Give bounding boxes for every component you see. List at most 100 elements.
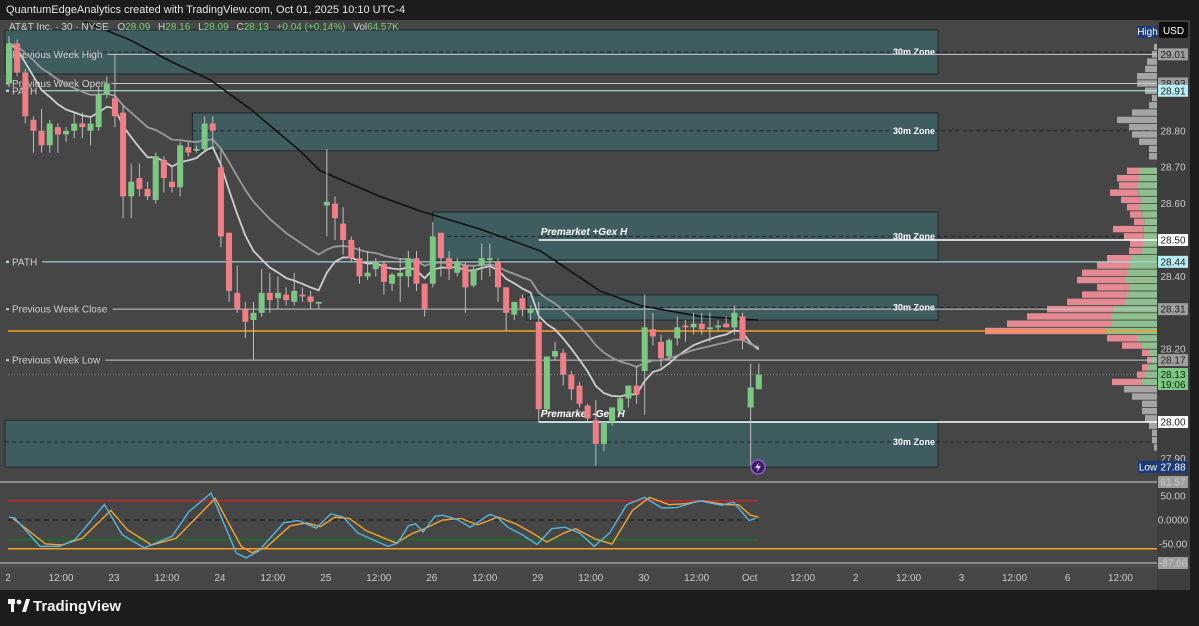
svg-text:AT&T Inc. · 30 · NYSE O2: AT&T Inc. · 30 · NYSE O28.09 H28.16 L28.… xyxy=(9,22,399,33)
time-tick: 12:00 xyxy=(260,573,285,584)
candle-body xyxy=(120,112,127,197)
time-tick: 23 xyxy=(108,573,120,584)
candle-body xyxy=(543,356,550,410)
time-tick: 12:00 xyxy=(896,573,921,584)
alert-icon[interactable] xyxy=(750,459,766,475)
price-axis-label: 28.31 xyxy=(1160,305,1185,316)
volume-profile-sell xyxy=(1127,167,1139,175)
candle-body xyxy=(152,156,159,200)
candle-body xyxy=(315,301,322,304)
candle-body xyxy=(446,258,453,270)
volume-profile-row xyxy=(1154,444,1157,451)
candle-body xyxy=(609,407,616,422)
symbol-name: AT&T Inc. · 30 · NYSE xyxy=(9,22,109,33)
time-tick: 12:00 xyxy=(48,573,73,584)
volume-profile-buy xyxy=(1127,291,1157,298)
candle-body xyxy=(437,232,444,259)
candle-body xyxy=(87,123,94,131)
zone-box xyxy=(4,419,939,468)
volume-profile-row xyxy=(1147,58,1157,65)
time-tick: 12:00 xyxy=(472,573,497,584)
volume-profile-buy xyxy=(1139,204,1157,211)
candle-body xyxy=(299,294,306,297)
volume-profile-row xyxy=(1142,400,1157,407)
volume-profile-buy xyxy=(1140,196,1157,204)
candle-body xyxy=(332,203,338,219)
osc-axis-label: 0.0000 xyxy=(1158,516,1189,527)
candle-body xyxy=(625,385,632,399)
candle-body xyxy=(519,298,526,310)
candle-body xyxy=(552,351,559,357)
candle-body xyxy=(372,261,379,270)
volume-profile-row xyxy=(1152,437,1157,444)
candle-body xyxy=(234,292,241,310)
candle-body xyxy=(63,130,70,135)
candle-body xyxy=(511,301,518,315)
volume-profile-sell xyxy=(1124,233,1144,240)
volume-profile-buy xyxy=(1144,218,1157,225)
candle-body xyxy=(739,316,746,341)
candle-body xyxy=(641,327,648,372)
price-tick: 28.60 xyxy=(1160,199,1185,210)
volume-profile-buy xyxy=(1125,298,1157,306)
candle-body xyxy=(380,263,387,282)
candle-body xyxy=(421,283,428,310)
candle-body xyxy=(731,312,738,328)
candle-body xyxy=(568,374,575,390)
osc-axis-label: 50.00 xyxy=(1160,492,1185,503)
osc-axis-label: -87.66 xyxy=(1159,559,1188,570)
currency-button[interactable]: USD xyxy=(1159,22,1188,38)
price-tick: 28.70 xyxy=(1160,163,1185,174)
zone-label: 30m Zone xyxy=(893,126,935,136)
close-label: C xyxy=(236,22,243,33)
snapshot-title: QuantumEdgeAnalytics created with Tradin… xyxy=(6,4,405,16)
price-axis-label: 28.91 xyxy=(1160,86,1185,97)
candle-body xyxy=(478,258,485,266)
time-tick: 12:00 xyxy=(154,573,179,584)
candle-body xyxy=(584,405,591,419)
level-label: Previous Week Close xyxy=(12,305,108,316)
volume-profile-row xyxy=(1139,138,1157,145)
level-tick xyxy=(6,260,9,263)
level-tick xyxy=(6,89,9,92)
candle-body xyxy=(177,145,184,188)
volume-profile-buy xyxy=(1141,342,1157,349)
volume-profile-sell xyxy=(1142,364,1148,371)
candle-body xyxy=(690,323,697,328)
candle-body xyxy=(103,83,110,95)
candle-body xyxy=(283,294,290,301)
volume-profile-sell xyxy=(1113,225,1144,233)
volume-profile-sell xyxy=(1119,182,1138,189)
volume-profile-sell xyxy=(1082,291,1127,298)
volume-profile-buy xyxy=(1132,255,1157,262)
candle-body xyxy=(706,327,713,330)
volume-profile-sell xyxy=(1097,262,1130,269)
volume-profile-buy xyxy=(1139,167,1157,175)
time-tick: 12:00 xyxy=(790,573,815,584)
candle-body xyxy=(723,323,730,328)
volume-profile-row xyxy=(1137,73,1157,80)
candle-body xyxy=(462,265,469,288)
candle-body xyxy=(389,274,396,284)
volume-label: Vol xyxy=(353,22,367,33)
level-label: PATH xyxy=(12,257,37,268)
low-marker: Low 27.88 xyxy=(1138,461,1188,474)
price-tick: 28.20 xyxy=(1160,345,1185,356)
time-tick: 25 xyxy=(320,573,332,584)
low-value: 28.09 xyxy=(204,22,229,33)
candle-body xyxy=(30,119,37,131)
zone-label: 30m Zone xyxy=(893,302,935,312)
chart-canvas[interactable]: QuantumEdgeAnalytics created with Tradin… xyxy=(0,0,1199,626)
volume-value: 64.57K xyxy=(367,22,399,33)
candle-body xyxy=(71,123,78,131)
candle-body xyxy=(356,258,363,277)
volume-profile-buy xyxy=(1138,189,1157,196)
volume-profile-sell xyxy=(1134,218,1145,225)
candle-body xyxy=(715,325,722,328)
candle-body xyxy=(136,178,143,190)
price-tick: 28.80 xyxy=(1160,126,1185,137)
candle-body xyxy=(111,98,118,117)
volume-profile-row xyxy=(1132,109,1157,116)
candle-body xyxy=(535,321,542,410)
candle-body xyxy=(592,420,599,444)
